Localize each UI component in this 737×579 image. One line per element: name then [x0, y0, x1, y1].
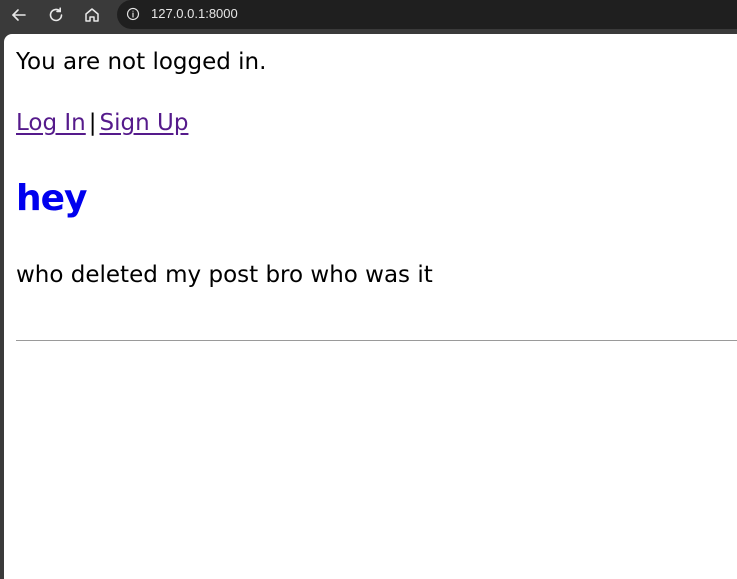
post-title-link[interactable]: hey — [16, 178, 88, 219]
reload-button[interactable] — [43, 3, 69, 27]
home-button[interactable] — [79, 3, 105, 27]
link-separator: | — [88, 110, 97, 136]
post-body-text: who deleted my post bro who was it — [16, 262, 433, 288]
browser-toolbar: 127.0.0.1:8000 — [0, 0, 737, 31]
reload-icon — [49, 7, 63, 22]
address-bar[interactable]: 127.0.0.1:8000 — [117, 0, 737, 29]
info-icon[interactable] — [125, 6, 141, 22]
page-viewport: You are not logged in. Log In | Sign Up he… — [4, 34, 737, 579]
auth-links: Log In | Sign Up — [16, 110, 188, 136]
back-arrow-icon — [12, 9, 26, 21]
post-divider — [16, 340, 737, 341]
signup-link[interactable]: Sign Up — [100, 110, 189, 136]
back-button[interactable] — [6, 3, 32, 27]
url-text[interactable]: 127.0.0.1:8000 — [151, 6, 238, 21]
login-status-text: You are not logged in. — [16, 49, 267, 75]
home-icon — [85, 8, 99, 22]
login-link[interactable]: Log In — [16, 110, 86, 136]
